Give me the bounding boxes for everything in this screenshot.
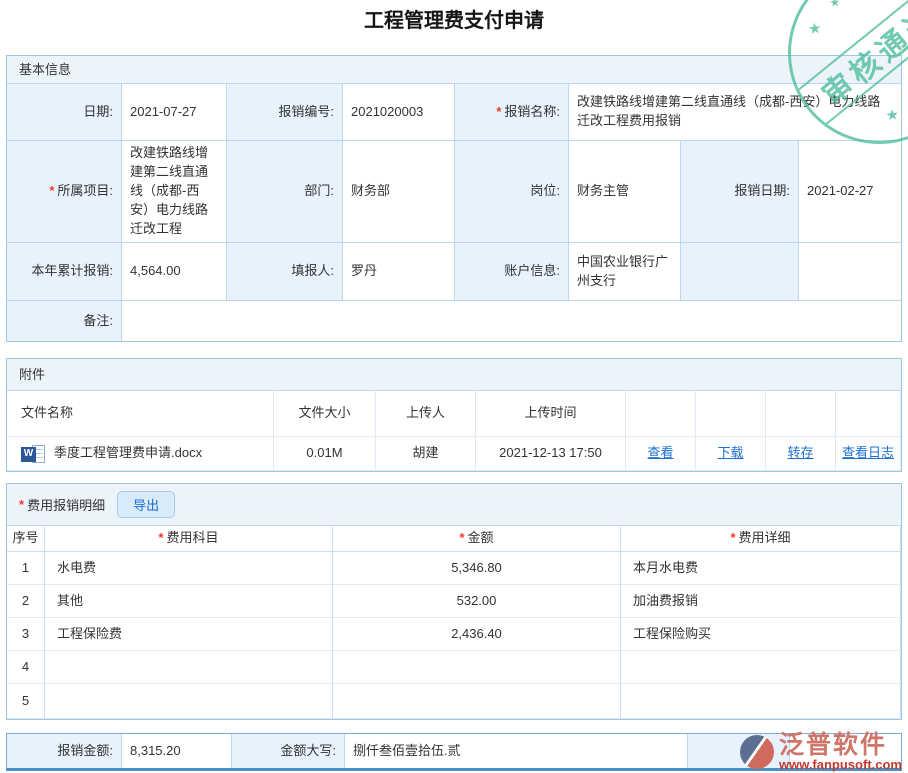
column-file-size: 文件大小 (274, 391, 376, 437)
attachment-action-cell: 转存 (766, 437, 836, 471)
column-file-name: 文件名称 (7, 391, 274, 437)
column-upload-time: 上传时间 (476, 391, 626, 437)
total-amount-value: 8,315.20 (122, 734, 232, 768)
expense-details-table: 序号 *费用科目 *金额 *费用详细 1 水电费 5,346.80 本月水电费 … (7, 526, 901, 719)
amount-caps-label: 金额大写: (232, 734, 345, 768)
detail-row-subject: 其他 (45, 585, 333, 618)
remark-label: 备注: (7, 301, 122, 341)
expense-date-value: 2021-02-27 (799, 141, 901, 243)
department-value: 财务部 (343, 141, 455, 243)
post-value: 财务主管 (569, 141, 681, 243)
expense-no-value: 2021020003 (343, 84, 455, 141)
empty-label-cell (681, 243, 799, 301)
detail-row-subject (45, 651, 333, 684)
total-amount-label: 报销金额: (7, 734, 122, 768)
attachment-action-cell: 下载 (696, 437, 766, 471)
expense-name-value: 改建铁路线增建第二线直通线（成都-西安）电力线路迁改工程费用报销 (569, 84, 901, 141)
column-detail: *费用详细 (621, 526, 901, 552)
detail-row-subject: 工程保险费 (45, 618, 333, 651)
required-mark: * (459, 529, 464, 548)
attachments-table: 文件名称 文件大小 上传人 上传时间 W 季度工程管理费申请.docx 0.01… (7, 391, 901, 471)
attachment-file-size: 0.01M (274, 437, 376, 471)
required-mark: * (19, 497, 24, 512)
download-link[interactable]: 下载 (717, 444, 743, 463)
detail-row-seq: 5 (7, 684, 45, 719)
detail-row-seq: 4 (7, 651, 45, 684)
column-amount: *金额 (333, 526, 621, 552)
column-action (626, 391, 696, 437)
attachment-uploader: 胡建 (376, 437, 476, 471)
detail-row-amount (333, 651, 621, 684)
yearly-total-label: 本年累计报销: (7, 243, 122, 301)
preparer-value: 罗丹 (343, 243, 455, 301)
attachment-action-cell: 查看 (626, 437, 696, 471)
export-button[interactable]: 导出 (117, 491, 175, 518)
empty-value-cell (799, 243, 901, 301)
detail-row-amount (333, 684, 621, 719)
account-value: 中国农业银行广州支行 (569, 243, 681, 301)
detail-row-seq: 1 (7, 552, 45, 585)
column-action (696, 391, 766, 437)
detail-row-detail: 工程保险购买 (621, 618, 901, 651)
column-seq: 序号 (7, 526, 45, 552)
expense-date-label: 报销日期: (681, 141, 799, 243)
expense-no-label: 报销编号: (227, 84, 343, 141)
detail-row-detail (621, 684, 901, 719)
required-mark: * (49, 182, 54, 201)
detail-row-subject (45, 684, 333, 719)
word-file-icon: W (21, 444, 47, 464)
view-log-link[interactable]: 查看日志 (842, 444, 894, 463)
page: 工程管理费支付申请 ★ ★ ★ ★ ★ 审核通过 基本信息 日期: 2021-0… (0, 0, 908, 773)
basic-info-table: 日期: 2021-07-27 报销编号: 2021020003 *报销名称: 改… (7, 84, 901, 341)
attachments-section: 附件 文件名称 文件大小 上传人 上传时间 W 季度工程管理费申请.docx 0… (6, 358, 902, 472)
transfer-link[interactable]: 转存 (787, 444, 813, 463)
detail-row-detail: 本月水电费 (621, 552, 901, 585)
summary-table: 报销金额: 8,315.20 金额大写: 捌仟叁佰壹拾伍.贰 (7, 734, 901, 768)
required-mark: * (496, 103, 501, 122)
preparer-label: 填报人: (227, 243, 343, 301)
detail-row-amount: 532.00 (333, 585, 621, 618)
summary-section: 报销金额: 8,315.20 金额大写: 捌仟叁佰壹拾伍.贰 (6, 733, 902, 771)
column-action (766, 391, 836, 437)
detail-row-detail: 加油费报销 (621, 585, 901, 618)
project-value: 改建铁路线增建第二线直通线（成都-西安）电力线路迁改工程 (122, 141, 227, 243)
date-label: 日期: (7, 84, 122, 141)
required-mark: * (158, 529, 163, 548)
amount-caps-value: 捌仟叁佰壹拾伍.贰 (345, 734, 688, 768)
expense-name-label: *报销名称: (455, 84, 569, 141)
empty-label-cell (688, 734, 790, 768)
detail-row-amount: 5,346.80 (333, 552, 621, 585)
detail-row-seq: 2 (7, 585, 45, 618)
attachment-file-name: 季度工程管理费申请.docx (54, 444, 202, 463)
attachment-file-cell: W 季度工程管理费申请.docx (7, 437, 274, 471)
column-subject: *费用科目 (45, 526, 333, 552)
detail-row-seq: 3 (7, 618, 45, 651)
attachments-header: 附件 (7, 359, 901, 391)
date-value: 2021-07-27 (122, 84, 227, 141)
project-label: *所属项目: (7, 141, 122, 243)
expense-details-section: * 费用报销明细 导出 序号 *费用科目 *金额 *费用详细 1 水电费 5,3… (6, 483, 902, 720)
required-mark: * (730, 529, 735, 548)
detail-row-amount: 2,436.40 (333, 618, 621, 651)
department-label: 部门: (227, 141, 343, 243)
view-link[interactable]: 查看 (647, 444, 673, 463)
expense-details-header: * 费用报销明细 导出 (7, 484, 901, 526)
detail-row-detail (621, 651, 901, 684)
page-title: 工程管理费支付申请 (0, 4, 908, 33)
attachment-upload-time: 2021-12-13 17:50 (476, 437, 626, 471)
basic-info-header: 基本信息 (7, 56, 901, 84)
remark-value (122, 301, 901, 341)
attachment-action-cell: 查看日志 (836, 437, 901, 471)
column-uploader: 上传人 (376, 391, 476, 437)
column-action (836, 391, 901, 437)
post-label: 岗位: (455, 141, 569, 243)
yearly-total-value: 4,564.00 (122, 243, 227, 301)
detail-row-subject: 水电费 (45, 552, 333, 585)
expense-details-title: * 费用报销明细 (19, 495, 105, 514)
basic-info-section: 基本信息 日期: 2021-07-27 报销编号: 2021020003 *报销… (6, 55, 902, 342)
account-label: 账户信息: (455, 243, 569, 301)
empty-value-cell (790, 734, 901, 768)
